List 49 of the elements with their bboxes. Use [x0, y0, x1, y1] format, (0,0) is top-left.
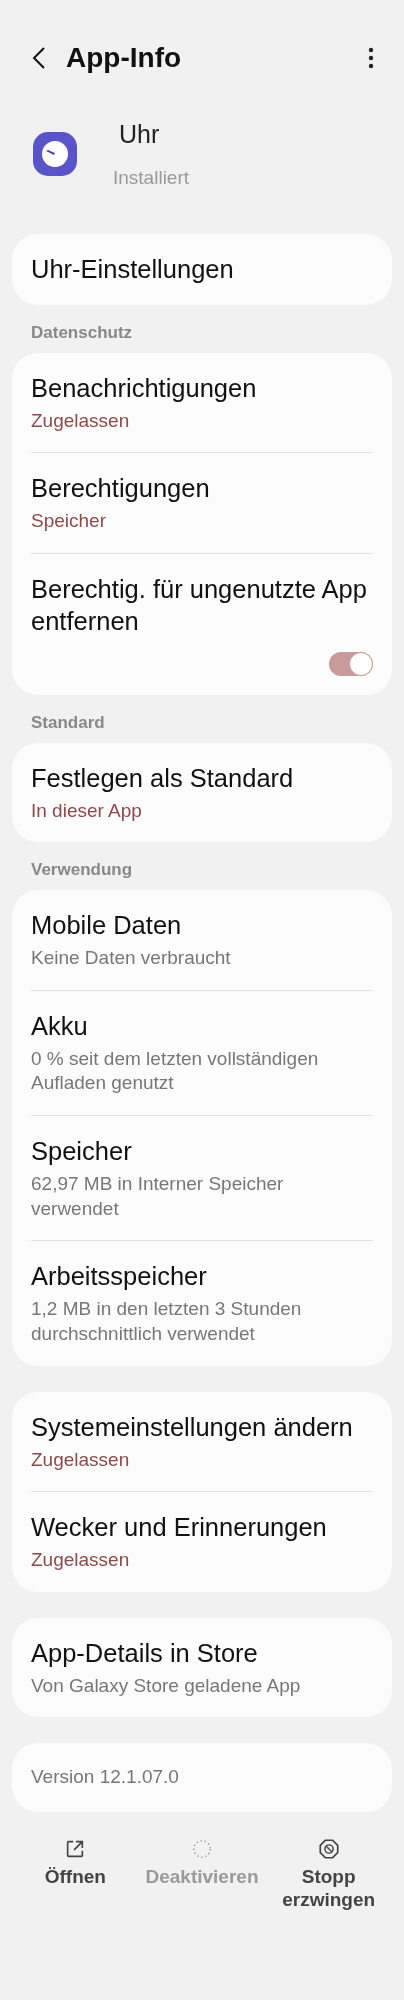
toggle-switch[interactable] [329, 651, 373, 676]
settings-item[interactable]: App-Details in Store Von Galaxy Store geladene App [31, 1617, 373, 1718]
page-title: App-Info [66, 42, 183, 74]
item-subtitle: Zugelassen [31, 408, 130, 433]
clock-app-icon [33, 132, 77, 176]
item-title: Berechtig. für ungenutzte App entfernen [31, 574, 368, 637]
item-title: Berechtigungen [31, 473, 210, 505]
item-subtitle: In dieser App [31, 798, 142, 823]
settings-item[interactable]: Mobile Daten Keine Daten verbraucht [31, 890, 373, 990]
dotted-circle-icon [191, 1838, 213, 1860]
settings-item[interactable]: Wecker und Erinnerungen Zugelassen [31, 1492, 373, 1592]
stop-icon [317, 1838, 340, 1860]
item-title: Speicher [31, 1136, 132, 1168]
settings-item[interactable]: Festlegen als Standard In dieser App [31, 742, 373, 843]
settings-item[interactable]: Arbeitsspeicher 1,2 MB in den letzten 3 Stunden durchschnittlich verwendet [31, 1241, 373, 1366]
item-subtitle: 0 % seit dem letzten vollständigen Aufladen genutzt [31, 1046, 320, 1096]
item-title: Arbeitsspeicher [31, 1261, 207, 1293]
item-title: Systemeinstellungen ändern [31, 1411, 353, 1443]
item-subtitle: Speicher [31, 509, 106, 534]
settings-item[interactable]: Benachrichtigungen Zugelassen [31, 352, 373, 453]
app-name: Uhr [119, 120, 160, 149]
item-title: Uhr-Einstellungen [31, 254, 234, 285]
settings-item[interactable]: Berechtigungen Speicher [31, 453, 373, 553]
back-icon[interactable] [32, 46, 46, 70]
more-options-icon[interactable] [368, 47, 374, 69]
item-title: Wecker und Erinnerungen [31, 1512, 327, 1544]
section-header: Datenschutz [30, 321, 134, 344]
settings-item[interactable]: Speicher 62,97 MB in Interner Speicher verwendet [31, 1116, 373, 1241]
item-subtitle: Zugelassen [31, 1447, 130, 1472]
item-title: Festlegen als Standard [31, 762, 294, 794]
item-subtitle: Zugelassen [31, 1548, 130, 1573]
action-button[interactable]: Stopp erzwingen [268, 1830, 389, 1920]
settings-item[interactable]: Systemeinstellungen ändern Zugelassen [31, 1391, 373, 1492]
settings-item[interactable]: Berechtig. für ungenutzte App entfernen [31, 554, 373, 695]
install-status: Installiert [113, 167, 190, 189]
item-title: Benachrichtigungen [31, 372, 257, 404]
item-title: Akku [31, 1010, 88, 1042]
settings-item[interactable]: Uhr-Einstellungen [31, 234, 373, 305]
settings-item[interactable]: Akku 0 % seit dem letzten vollständigen Aufladen genutzt [31, 990, 373, 1116]
section-header: Standard [30, 711, 106, 734]
item-subtitle: 1,2 MB in den letzten 3 Stunden durchschnittlich verwendet [31, 1297, 303, 1346]
item-subtitle: Keine Daten verbraucht [31, 946, 231, 971]
item-title: App-Details in Store [31, 1637, 258, 1669]
section-header: Verwendung [30, 859, 134, 882]
item-subtitle: 62,97 MB in Interner Speicher verwendet [31, 1172, 285, 1221]
item-title: Mobile Daten [31, 910, 182, 942]
item-subtitle: Von Galaxy Store geladene App [31, 1673, 301, 1698]
action-button[interactable]: Öffnen [15, 1830, 136, 1920]
version-text: Version 12.1.07.0 [31, 1765, 179, 1790]
